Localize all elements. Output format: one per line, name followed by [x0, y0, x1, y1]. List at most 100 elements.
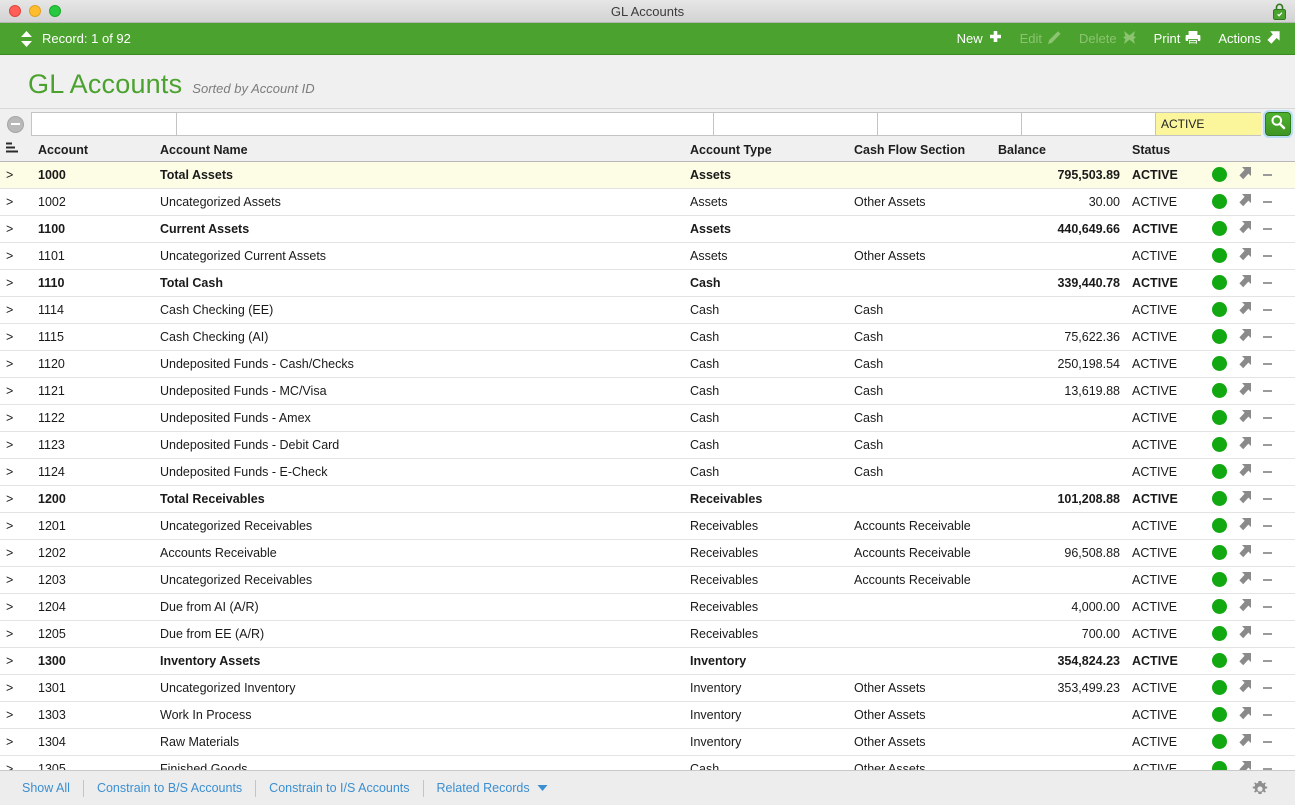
- green-status-dot-icon[interactable]: [1212, 572, 1227, 587]
- filter-input-status[interactable]: ACTIVE: [1155, 112, 1261, 136]
- dash-icon[interactable]: [1263, 200, 1272, 203]
- open-arrow-icon[interactable]: [1238, 571, 1252, 588]
- accounts-table-container[interactable]: Account Account Name Account Type Cash F…: [0, 139, 1295, 770]
- search-button[interactable]: [1265, 112, 1291, 136]
- expand-row-toggle[interactable]: >: [0, 350, 32, 378]
- table-row[interactable]: >1114 Cash Checking (EE) Cash Cash ACTIVE: [0, 296, 1295, 324]
- expand-row-toggle[interactable]: >: [0, 485, 32, 513]
- minimize-button[interactable]: [29, 5, 41, 17]
- green-status-dot-icon[interactable]: [1212, 680, 1227, 695]
- table-row[interactable]: >1202 Accounts Receivable Receivables Accou…: [0, 539, 1295, 567]
- related-records-link[interactable]: Related Records: [424, 781, 561, 795]
- green-status-dot-icon[interactable]: [1212, 545, 1227, 560]
- expand-row-toggle[interactable]: >: [0, 431, 32, 459]
- green-status-dot-icon[interactable]: [1212, 626, 1227, 641]
- expand-row-toggle[interactable]: >: [0, 674, 32, 702]
- dash-icon[interactable]: [1263, 173, 1272, 176]
- green-status-dot-icon[interactable]: [1212, 599, 1227, 614]
- table-row[interactable]: >1124 Undeposited Funds - E-Check Cash Cash…: [0, 458, 1295, 486]
- table-row[interactable]: >1120 Undeposited Funds - Cash/Checks Cash…: [0, 350, 1295, 378]
- open-arrow-icon[interactable]: [1238, 301, 1252, 318]
- expand-row-toggle[interactable]: >: [0, 323, 32, 351]
- record-navigator[interactable]: Record: 1 of 92: [0, 30, 131, 48]
- green-status-dot-icon[interactable]: [1212, 734, 1227, 749]
- open-arrow-icon[interactable]: [1238, 220, 1252, 237]
- table-row[interactable]: >1115 Cash Checking (AI) Cash Cash 75,622.36…: [0, 323, 1295, 351]
- table-row[interactable]: >1000 Total Assets Assets 795,503.89 ACTIVE: [0, 161, 1295, 189]
- green-status-dot-icon[interactable]: [1212, 167, 1227, 182]
- open-arrow-icon[interactable]: [1238, 490, 1252, 507]
- table-row[interactable]: >1301 Uncategorized Inventory Inventory Oth…: [0, 674, 1295, 702]
- table-row[interactable]: >1110 Total Cash Cash 339,440.78 ACTIVE: [0, 269, 1295, 297]
- sort-icon-header[interactable]: [0, 139, 32, 162]
- dash-icon[interactable]: [1263, 335, 1272, 338]
- expand-row-toggle[interactable]: >: [0, 647, 32, 675]
- dash-icon[interactable]: [1263, 227, 1272, 230]
- filter-input-cash-flow-section[interactable]: [877, 112, 1021, 136]
- expand-row-toggle[interactable]: >: [0, 728, 32, 756]
- expand-row-toggle[interactable]: >: [0, 593, 32, 621]
- edit-button[interactable]: Edit: [1020, 30, 1062, 48]
- green-status-dot-icon[interactable]: [1212, 437, 1227, 452]
- expand-row-toggle[interactable]: >: [0, 458, 32, 486]
- open-arrow-icon[interactable]: [1238, 274, 1252, 291]
- new-button[interactable]: New: [957, 30, 1003, 48]
- open-arrow-icon[interactable]: [1238, 409, 1252, 426]
- expand-row-toggle[interactable]: >: [0, 188, 32, 216]
- expand-row-toggle[interactable]: >: [0, 161, 32, 189]
- open-arrow-icon[interactable]: [1238, 760, 1252, 770]
- expand-row-toggle[interactable]: >: [0, 269, 32, 297]
- minus-circle-icon[interactable]: [7, 115, 24, 133]
- actions-button[interactable]: Actions: [1218, 30, 1281, 48]
- open-arrow-icon[interactable]: [1238, 436, 1252, 453]
- open-arrow-icon[interactable]: [1238, 328, 1252, 345]
- expand-row-toggle[interactable]: >: [0, 566, 32, 594]
- filter-input-account[interactable]: [31, 112, 176, 136]
- delete-button[interactable]: Delete: [1079, 30, 1137, 48]
- expand-row-toggle[interactable]: >: [0, 539, 32, 567]
- table-row[interactable]: >1205 Due from EE (A/R) Receivables 700.00 A…: [0, 620, 1295, 648]
- expand-row-toggle[interactable]: >: [0, 701, 32, 729]
- dash-icon[interactable]: [1263, 362, 1272, 365]
- column-header-status[interactable]: Status: [1126, 139, 1194, 162]
- green-status-dot-icon[interactable]: [1212, 383, 1227, 398]
- column-header-account-name[interactable]: Account Name: [154, 139, 684, 162]
- column-header-account-type[interactable]: Account Type: [684, 139, 848, 162]
- dash-icon[interactable]: [1263, 551, 1272, 554]
- dash-icon[interactable]: [1263, 740, 1272, 743]
- green-status-dot-icon[interactable]: [1212, 761, 1227, 770]
- green-status-dot-icon[interactable]: [1212, 248, 1227, 263]
- expand-row-toggle[interactable]: >: [0, 512, 32, 540]
- green-status-dot-icon[interactable]: [1212, 302, 1227, 317]
- open-arrow-icon[interactable]: [1238, 355, 1252, 372]
- table-row[interactable]: >1201 Uncategorized Receivables Receivable…: [0, 512, 1295, 540]
- open-arrow-icon[interactable]: [1238, 382, 1252, 399]
- open-arrow-icon[interactable]: [1238, 733, 1252, 750]
- sort-icon[interactable]: [6, 142, 20, 157]
- constrain-is-accounts-link[interactable]: Constrain to I/S Accounts: [256, 781, 422, 795]
- table-row[interactable]: >1303 Work In Process Inventory Other Asset…: [0, 701, 1295, 729]
- table-row[interactable]: >1122 Undeposited Funds - Amex Cash Cash ACT…: [0, 404, 1295, 432]
- green-status-dot-icon[interactable]: [1212, 194, 1227, 209]
- green-status-dot-icon[interactable]: [1212, 464, 1227, 479]
- table-row[interactable]: >1101 Uncategorized Current Assets Assets O…: [0, 242, 1295, 270]
- close-button[interactable]: [9, 5, 21, 17]
- dash-icon[interactable]: [1263, 578, 1272, 581]
- column-header-account[interactable]: Account: [32, 139, 154, 162]
- dash-icon[interactable]: [1263, 389, 1272, 392]
- dash-icon[interactable]: [1263, 470, 1272, 473]
- dash-icon[interactable]: [1263, 308, 1272, 311]
- open-arrow-icon[interactable]: [1238, 625, 1252, 642]
- zoom-button[interactable]: [49, 5, 61, 17]
- green-status-dot-icon[interactable]: [1212, 653, 1227, 668]
- open-arrow-icon[interactable]: [1238, 166, 1252, 183]
- green-status-dot-icon[interactable]: [1212, 491, 1227, 506]
- table-row[interactable]: >1203 Uncategorized Receivables Receivable…: [0, 566, 1295, 594]
- filter-input-account-name[interactable]: [176, 112, 713, 136]
- open-arrow-icon[interactable]: [1238, 463, 1252, 480]
- constrain-bs-accounts-link[interactable]: Constrain to B/S Accounts: [84, 781, 255, 795]
- green-status-dot-icon[interactable]: [1212, 356, 1227, 371]
- dash-icon[interactable]: [1263, 632, 1272, 635]
- filter-input-account-type[interactable]: [713, 112, 877, 136]
- dash-icon[interactable]: [1263, 605, 1272, 608]
